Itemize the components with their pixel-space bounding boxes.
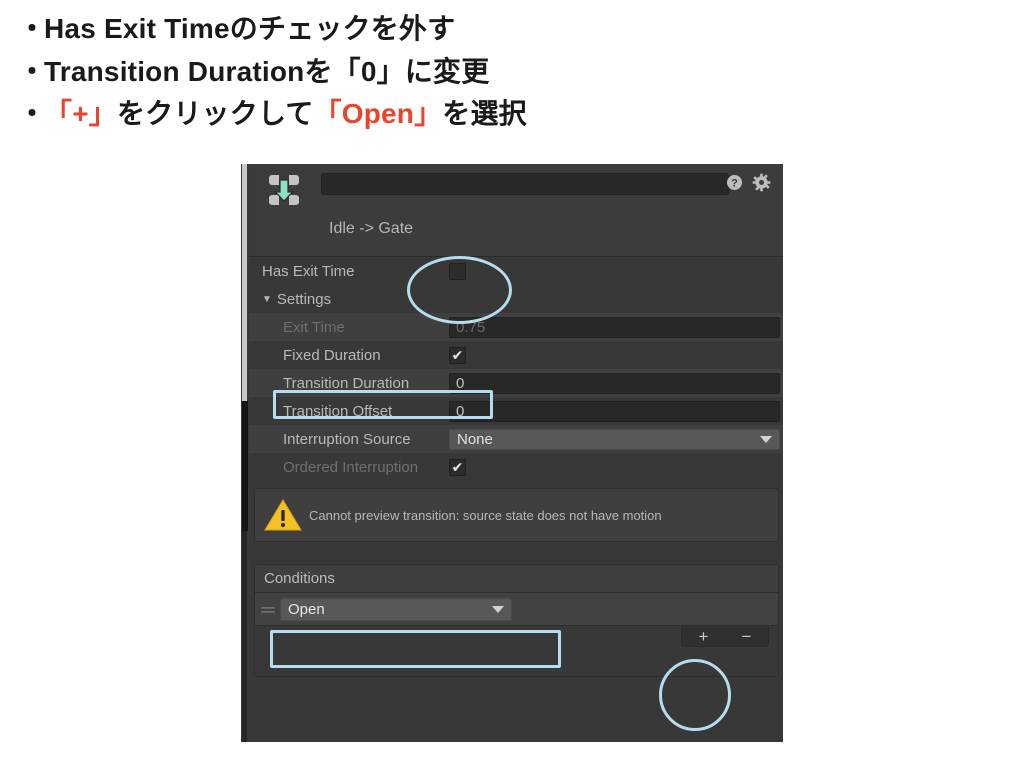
row-exit-time: Exit Time 0.75 xyxy=(249,313,783,341)
condition-row: Open xyxy=(255,593,778,626)
instruction-list: ・Has Exit Timeのチェックを外す ・Transition Durat… xyxy=(18,8,998,136)
condition-parameter-value: Open xyxy=(288,600,325,618)
scrollbar-track-lower xyxy=(242,531,247,742)
row-settings-foldout[interactable]: ▼ Settings xyxy=(249,285,783,313)
drag-handle-icon[interactable] xyxy=(261,603,275,615)
instruction-text-1: Has Exit Timeのチェックを外す xyxy=(44,13,456,44)
instruction-text-2: Transition Durationを「0」に変更 xyxy=(44,55,490,87)
row-fixed-duration: Fixed Duration ✔ xyxy=(249,341,783,369)
instruction-text-3-end: を選択 xyxy=(442,98,527,130)
bullet-marker: ・ xyxy=(18,98,47,130)
inspector-body: ? Idle -> Gate Has Exit Time ▼ Settings … xyxy=(249,164,783,742)
conditions-block: Conditions Open + − xyxy=(254,564,779,677)
preview-warning-box: Cannot preview transition: source state … xyxy=(254,488,779,542)
label-settings: ▼ Settings xyxy=(249,291,449,308)
fixed-duration-checkbox[interactable]: ✔ xyxy=(449,346,466,364)
instruction-line-2: ・Transition Durationを「0」に変更 xyxy=(18,51,998,94)
interruption-source-dropdown[interactable]: None xyxy=(449,428,780,450)
instruction-text-3-mid: をクリックして xyxy=(116,98,314,130)
warning-triangle-icon xyxy=(263,497,303,533)
transition-duration-field[interactable]: 0 xyxy=(449,372,780,394)
row-ordered-interruption: Ordered Interruption ✔ xyxy=(249,453,783,481)
scrollbar-track-dark xyxy=(242,401,248,531)
row-transition-duration: Transition Duration 0 xyxy=(249,369,783,397)
label-has-exit-time: Has Exit Time xyxy=(262,262,355,280)
help-circle-icon[interactable]: ? xyxy=(726,174,743,191)
transition-name-field[interactable] xyxy=(321,173,729,195)
row-interruption-source: Interruption Source None xyxy=(249,425,783,453)
chevron-down-icon[interactable]: ▼ xyxy=(262,294,272,305)
conditions-footer: + − xyxy=(255,626,778,676)
instruction-text-3-open: 「Open」 xyxy=(313,98,443,130)
inspector-header: ? Idle -> Gate xyxy=(249,164,783,257)
bullet-marker: ・ xyxy=(18,13,47,44)
remove-condition-button[interactable]: − xyxy=(742,628,752,645)
unity-inspector-panel: ? Idle -> Gate Has Exit Time ▼ Settings … xyxy=(241,164,783,742)
label-exit-time: Exit Time xyxy=(283,318,345,336)
settings-text: Settings xyxy=(276,290,332,308)
row-has-exit-time: Has Exit Time ✔ xyxy=(249,257,783,285)
preview-warning-text: Cannot preview transition: source state … xyxy=(309,507,662,523)
interruption-source-value: None xyxy=(457,430,493,448)
add-condition-button[interactable]: + xyxy=(699,628,709,645)
svg-text:?: ? xyxy=(731,178,738,190)
bullet-marker: ・ xyxy=(18,55,47,87)
chevron-down-icon xyxy=(492,605,504,613)
transition-offset-field[interactable]: 0 xyxy=(449,400,780,422)
instruction-text-3-plus: 「+」 xyxy=(44,98,117,130)
label-fixed-duration: Fixed Duration xyxy=(283,346,381,364)
instruction-line-1: ・Has Exit Timeのチェックを外す xyxy=(18,8,998,51)
label-transition-offset: Transition Offset xyxy=(283,402,393,420)
has-exit-time-checkbox[interactable]: ✔ xyxy=(449,262,466,280)
animator-transition-icon xyxy=(266,172,302,208)
scrollbar-thumb[interactable] xyxy=(242,164,247,401)
exit-time-field[interactable]: 0.75 xyxy=(449,316,780,338)
instruction-line-3: ・「+」をクリックして「Open」を選択 xyxy=(18,93,998,136)
condition-parameter-dropdown[interactable]: Open xyxy=(280,597,512,621)
add-remove-condition-tab: + − xyxy=(681,626,769,647)
panel-scrollbar[interactable] xyxy=(241,164,249,742)
ordered-interruption-checkbox[interactable]: ✔ xyxy=(449,458,466,476)
label-transition-duration: Transition Duration xyxy=(283,374,410,392)
gear-icon[interactable] xyxy=(752,173,771,192)
label-interruption-source: Interruption Source xyxy=(283,430,411,448)
conditions-header: Conditions xyxy=(255,565,778,593)
label-ordered-interruption: Ordered Interruption xyxy=(283,458,419,476)
row-transition-offset: Transition Offset 0 xyxy=(249,397,783,425)
transition-title: Idle -> Gate xyxy=(329,220,414,237)
chevron-down-icon xyxy=(760,435,772,443)
